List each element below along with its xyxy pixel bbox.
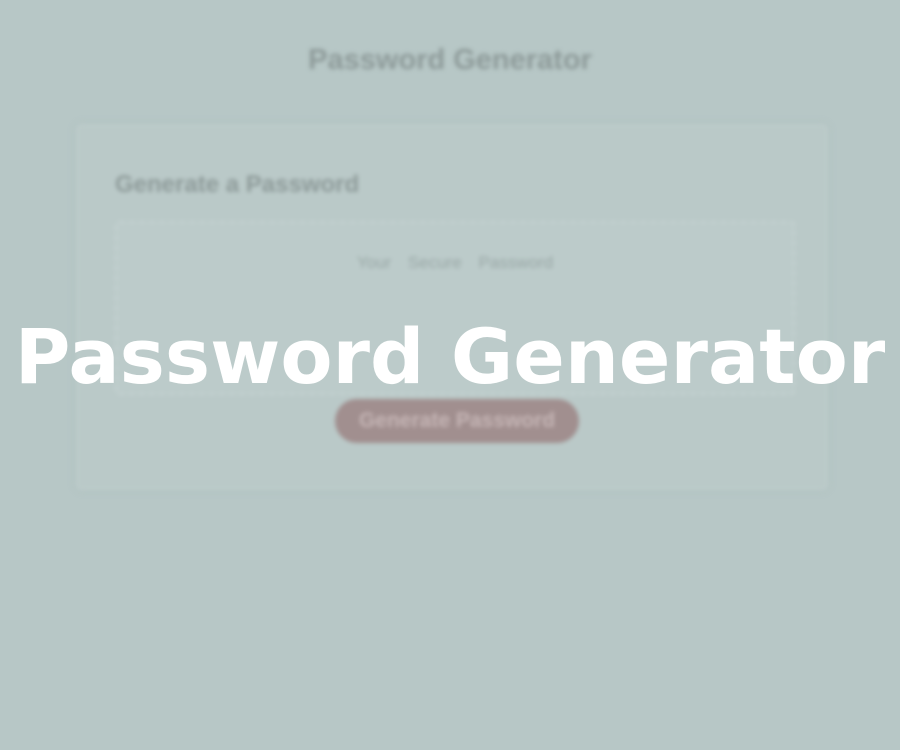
generator-card: Generate a Password Generate Password xyxy=(76,124,828,490)
generate-password-button[interactable]: Generate Password xyxy=(335,399,579,443)
overlay-title: Password Generator xyxy=(14,312,886,401)
card-header: Generate a Password xyxy=(115,171,360,198)
page-title: Password Generator xyxy=(308,44,592,76)
